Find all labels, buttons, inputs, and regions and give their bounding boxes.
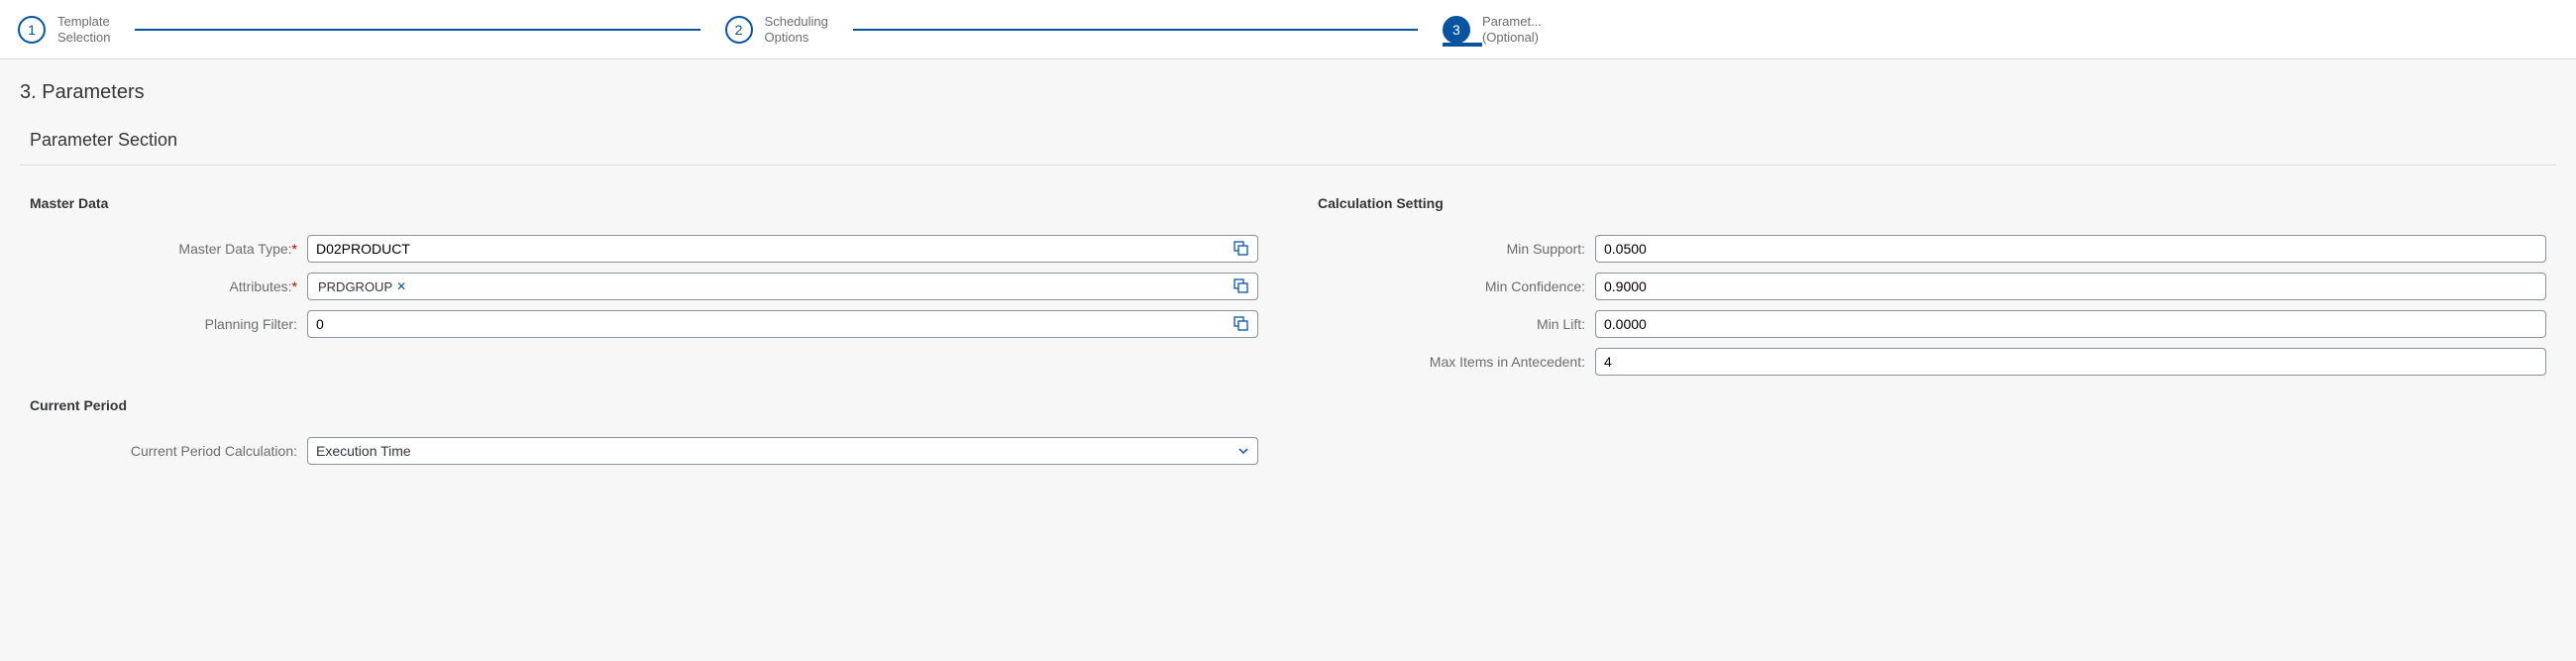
field-min-confidence	[1595, 273, 2546, 300]
field-min-lift	[1595, 310, 2546, 338]
input-planning-filter-text[interactable]	[316, 316, 1228, 332]
section-title: Parameter Section	[20, 130, 2556, 165]
select-current-period-calc[interactable]: Execution Time	[307, 437, 1258, 465]
input-min-support-text[interactable]	[1604, 241, 2537, 257]
input-attributes-text[interactable]	[414, 278, 1228, 294]
columns: Master Data Master Data Type:*	[20, 195, 2556, 475]
input-min-support[interactable]	[1595, 235, 2546, 263]
token-attribute[interactable]: PRDGROUP ✕	[316, 279, 408, 294]
wizard-step-label-1: Template Selection	[57, 14, 110, 45]
group-title-calc-setting: Calculation Setting	[1318, 195, 2546, 211]
label-min-confidence: Min Confidence:	[1318, 278, 1595, 294]
input-attributes[interactable]: PRDGROUP ✕	[307, 273, 1258, 300]
row-min-lift: Min Lift:	[1318, 310, 2546, 338]
wizard-step-2[interactable]: 2 Scheduling Options	[725, 14, 828, 45]
wizard-step-number-3: 3	[1452, 22, 1460, 38]
group-title-master-data: Master Data	[30, 195, 1258, 211]
row-min-confidence: Min Confidence:	[1318, 273, 2546, 300]
input-min-confidence[interactable]	[1595, 273, 2546, 300]
label-master-data-type: Master Data Type:*	[30, 241, 307, 257]
token-attribute-label: PRDGROUP	[318, 279, 392, 294]
input-master-data-type[interactable]	[307, 235, 1258, 263]
wizard-step-3[interactable]: 3 Paramet... (Optional)	[1443, 14, 1542, 45]
row-min-support: Min Support:	[1318, 235, 2546, 263]
input-max-items-text[interactable]	[1604, 354, 2537, 370]
column-left: Master Data Master Data Type:*	[30, 195, 1258, 475]
token-remove-icon[interactable]: ✕	[396, 279, 406, 293]
wizard-step-circle-2: 2	[725, 16, 753, 44]
wizard-connector-1	[135, 29, 699, 31]
field-current-period-calc: Execution Time	[307, 437, 1258, 465]
input-min-lift-text[interactable]	[1604, 316, 2537, 332]
label-min-lift: Min Lift:	[1318, 316, 1595, 332]
spacer	[30, 348, 1258, 397]
input-master-data-type-text[interactable]	[316, 241, 1228, 257]
group-title-current-period: Current Period	[30, 397, 1258, 413]
field-master-data-type	[307, 235, 1258, 263]
label-max-items: Max Items in Antecedent:	[1318, 354, 1595, 370]
input-max-items[interactable]	[1595, 348, 2546, 376]
value-help-icon[interactable]	[1234, 278, 1249, 294]
row-current-period-calc: Current Period Calculation: Execution Ti…	[30, 437, 1258, 465]
label-min-support: Min Support:	[1318, 241, 1595, 257]
label-attributes: Attributes:*	[30, 278, 307, 294]
chevron-down-icon	[1237, 445, 1249, 457]
wizard-connector-2	[853, 29, 1418, 31]
wizard-active-underline	[1443, 43, 1482, 47]
page-body: 3. Parameters Parameter Section Master D…	[0, 59, 2576, 514]
input-planning-filter[interactable]	[307, 310, 1258, 338]
value-help-icon[interactable]	[1234, 316, 1249, 332]
row-attributes: Attributes:* PRDGROUP ✕	[30, 273, 1258, 300]
wizard-step-circle-3: 3	[1443, 16, 1470, 44]
field-planning-filter	[307, 310, 1258, 338]
row-max-items: Max Items in Antecedent:	[1318, 348, 2546, 376]
select-current-period-calc-value: Execution Time	[316, 443, 411, 459]
wizard-step-label-2: Scheduling Options	[765, 14, 828, 45]
required-indicator: *	[292, 241, 297, 257]
row-master-data-type: Master Data Type:*	[30, 235, 1258, 263]
wizard-step-1[interactable]: 1 Template Selection	[18, 14, 110, 45]
wizard-header: 1 Template Selection 2 Scheduling Option…	[0, 0, 2576, 59]
label-planning-filter: Planning Filter:	[30, 316, 307, 332]
wizard-step-label-3: Paramet... (Optional)	[1482, 14, 1542, 45]
wizard-step-number-1: 1	[28, 22, 36, 38]
value-help-icon[interactable]	[1234, 241, 1249, 257]
required-indicator: *	[292, 278, 297, 294]
label-master-data-type-text: Master Data Type:	[178, 241, 291, 257]
input-min-confidence-text[interactable]	[1604, 278, 2537, 294]
field-max-items	[1595, 348, 2546, 376]
row-planning-filter: Planning Filter:	[30, 310, 1258, 338]
field-min-support	[1595, 235, 2546, 263]
label-attributes-text: Attributes:	[230, 278, 292, 294]
column-right: Calculation Setting Min Support: Min Con…	[1318, 195, 2546, 475]
wizard-step-circle-1: 1	[18, 16, 46, 44]
wizard-step-number-2: 2	[735, 22, 743, 38]
field-attributes: PRDGROUP ✕	[307, 273, 1258, 300]
page-title: 3. Parameters	[20, 81, 2556, 104]
label-current-period-calc: Current Period Calculation:	[30, 443, 307, 459]
input-min-lift[interactable]	[1595, 310, 2546, 338]
